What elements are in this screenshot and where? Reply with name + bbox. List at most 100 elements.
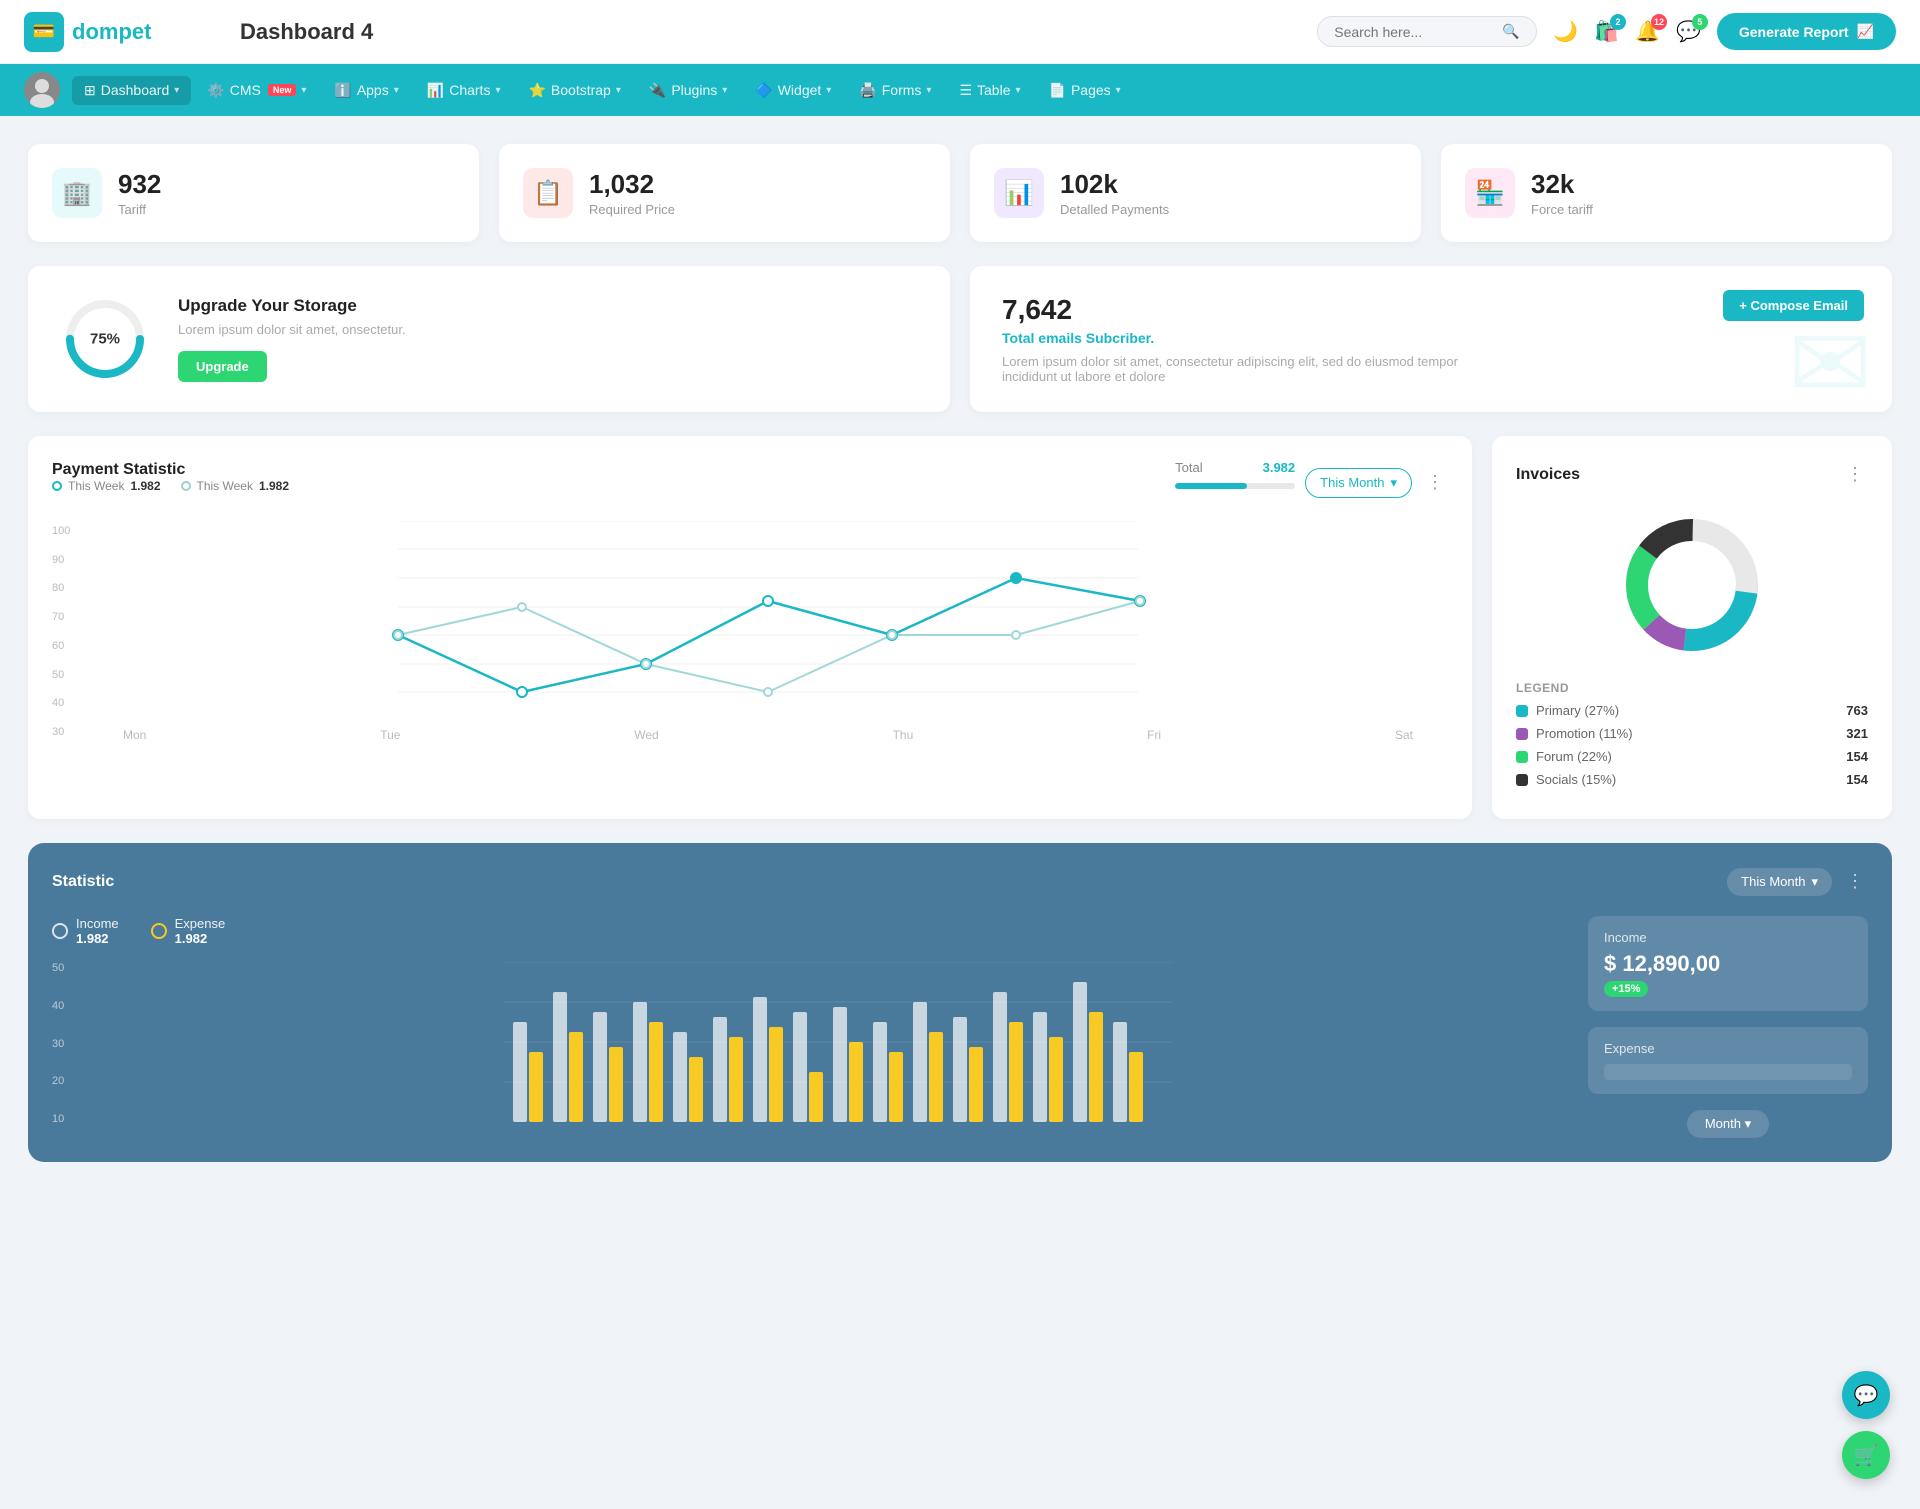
expense-circle: [151, 923, 167, 939]
upgrade-title: Upgrade Your Storage: [178, 296, 406, 316]
income-panel: Income $ 12,890,00 +15%: [1588, 916, 1868, 1011]
legend-dot-1: [52, 481, 62, 491]
legend-count-forum: 154: [1846, 749, 1868, 764]
email-card: 7,642 Total emails Subcriber. Lorem ipsu…: [970, 266, 1892, 412]
statistic-title: Statistic: [52, 873, 114, 891]
income-item: Income 1.982: [52, 916, 119, 946]
logo-icon: 💳: [24, 12, 64, 52]
legend-row-socials: Socials (15%) 154: [1516, 772, 1868, 787]
filter-label: This Month: [1320, 475, 1384, 490]
legend-label-socials: Socials (15%): [1536, 772, 1616, 787]
invoice-header: Invoices ⋮: [1516, 460, 1868, 489]
nav-item-dashboard[interactable]: ⊞ Dashboard ▾: [72, 76, 191, 105]
nav-item-cms[interactable]: ⚙️ CMS New ▾: [195, 76, 318, 105]
force-num: 32k: [1531, 169, 1593, 200]
bar-chart-area: 50 40 30 20 10: [52, 962, 1564, 1125]
email-desc: Lorem ipsum dolor sit amet, consectetur …: [1002, 354, 1502, 384]
nav-label-cms: CMS: [230, 82, 261, 98]
msg-badge: 5: [1692, 14, 1708, 30]
legend-color-socials: [1516, 774, 1528, 786]
legend-item-1: This Week 1.982: [52, 479, 161, 493]
cart-badge: 2: [1610, 14, 1626, 30]
search-icon[interactable]: 🔍: [1502, 23, 1519, 40]
nav-label-apps: Apps: [357, 82, 389, 98]
force-icon: 🏪: [1465, 168, 1515, 218]
nav-item-pages[interactable]: 📄 Pages ▾: [1037, 76, 1133, 105]
nav-label-pages: Pages: [1071, 82, 1111, 98]
storage-donut: 75%: [60, 294, 150, 384]
nav-item-charts[interactable]: 📊 Charts ▾: [415, 76, 513, 105]
stat-section-header: Statistic This Month ▾ ⋮: [52, 867, 1868, 896]
income-label: Income: [76, 916, 119, 931]
chevron-down-icon-widget: ▾: [826, 85, 831, 96]
nav-bar: ⊞ Dashboard ▾ ⚙️ CMS New ▾ ℹ️ Apps ▾ 📊 C…: [0, 64, 1920, 116]
generate-report-btn[interactable]: Generate Report 📈: [1717, 13, 1896, 50]
support-fab[interactable]: 💬: [1842, 1371, 1890, 1419]
nav-label-charts: Charts: [449, 82, 490, 98]
theme-toggle-btn[interactable]: 🌙: [1553, 19, 1578, 44]
payment-card-header: Payment Statistic This Week 1.982 This W…: [52, 460, 1448, 505]
stat-card-tariff: 🏢 932 Tariff: [28, 144, 479, 242]
page-title: Dashboard 4: [240, 19, 1301, 45]
bar-chart-svg: [52, 962, 1564, 1122]
nav-item-forms[interactable]: 🖨️ Forms ▾: [847, 76, 943, 105]
month-label: Month: [1705, 1116, 1741, 1131]
statistic-section: Statistic This Month ▾ ⋮ Income 1.982: [28, 843, 1892, 1162]
price-num: 1,032: [589, 169, 675, 200]
chart-icon: 📈: [1857, 23, 1874, 40]
chevron-down-icon-cms: ▾: [301, 85, 306, 96]
messages-btn[interactable]: 💬 5: [1676, 19, 1701, 44]
notifications-btn[interactable]: 🔔 12: [1635, 19, 1660, 44]
payment-filter-btn[interactable]: This Month ▾: [1305, 468, 1412, 498]
chevron-month: ▾: [1745, 1116, 1752, 1131]
nav-item-apps[interactable]: ℹ️ Apps ▾: [322, 76, 410, 105]
nav-label-bootstrap: Bootstrap: [551, 82, 611, 98]
plugins-icon: 🔌: [649, 82, 666, 99]
legend-row-forum: Forum (22%) 154: [1516, 749, 1868, 764]
payments-label: Detalled Payments: [1060, 202, 1169, 217]
total-label: Total: [1175, 460, 1202, 475]
nav-label-forms: Forms: [882, 82, 922, 98]
search-input[interactable]: [1334, 24, 1494, 40]
month-filter-btn[interactable]: Month ▾: [1687, 1110, 1769, 1138]
expense-val: 1.982: [175, 931, 226, 946]
invoice-donut-wrap: [1516, 505, 1868, 665]
action-fab[interactable]: 🛒: [1842, 1431, 1890, 1479]
legend-dot-2: [181, 481, 191, 491]
middle-row: 75% Upgrade Your Storage Lorem ipsum dol…: [28, 266, 1892, 412]
chevron-down-icon-bootstrap: ▾: [616, 85, 621, 96]
statistic-more-btn[interactable]: ⋮: [1842, 867, 1868, 896]
nav-item-plugins[interactable]: 🔌 Plugins ▾: [637, 76, 739, 105]
tariff-icon: 🏢: [52, 168, 102, 218]
nav-item-widget[interactable]: 🔷 Widget ▾: [743, 76, 843, 105]
expense-item: Expense 1.982: [151, 916, 226, 946]
stat-card-price: 📋 1,032 Required Price: [499, 144, 950, 242]
nav-item-bootstrap[interactable]: ⭐ Bootstrap ▾: [516, 76, 632, 105]
chevron-down-icon: ▾: [174, 85, 179, 96]
storage-percent: 75%: [90, 331, 120, 348]
nav-label-table: Table: [977, 82, 1010, 98]
stat-card-force: 🏪 32k Force tariff: [1441, 144, 1892, 242]
statistic-filter-btn[interactable]: This Month ▾: [1727, 868, 1832, 896]
pages-icon: 📄: [1049, 82, 1066, 99]
total-row: Total 3.982: [1175, 460, 1295, 475]
income-panels: Income $ 12,890,00 +15% Expense Month ▾: [1588, 916, 1868, 1138]
fab-wrap: 💬 🛒: [1842, 1371, 1890, 1479]
expense-label: Expense: [175, 916, 226, 931]
chevron-down-icon-table: ▾: [1015, 85, 1020, 96]
avatar: [24, 72, 60, 108]
legend-color-promotion: [1516, 728, 1528, 740]
bootstrap-icon: ⭐: [528, 82, 545, 99]
upgrade-btn[interactable]: Upgrade: [178, 351, 267, 382]
force-label: Force tariff: [1531, 202, 1593, 217]
invoice-more-btn[interactable]: ⋮: [1842, 460, 1868, 489]
expense-panel: Expense: [1588, 1027, 1868, 1094]
cms-icon: ⚙️: [207, 82, 224, 99]
legend-count-primary: 763: [1846, 703, 1868, 718]
income-val: 1.982: [76, 931, 119, 946]
widget-icon: 🔷: [755, 82, 772, 99]
cart-btn[interactable]: 🛍️ 2: [1594, 19, 1619, 44]
legend-label-primary: Primary (27%): [1536, 703, 1619, 718]
nav-item-table[interactable]: ☰ Table ▾: [947, 76, 1032, 105]
payment-more-btn[interactable]: ⋮: [1422, 468, 1448, 497]
